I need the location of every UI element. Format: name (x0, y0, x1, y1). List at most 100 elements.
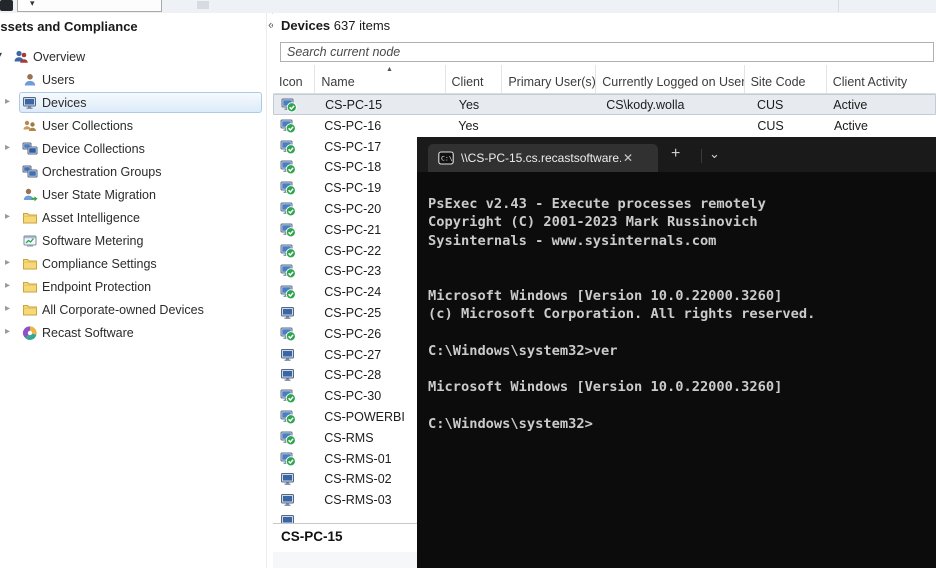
collapse-arrow-icon[interactable]: ▾ (0, 50, 2, 61)
terminal-window: C:\ \\CS-PC-15.cs.recastsoftware.c ✕ + ⌄… (417, 137, 936, 568)
toolbar-combo[interactable]: ▾ (17, 0, 162, 12)
device-icon-cell (274, 97, 316, 113)
sidebar-item-label: Devices (42, 96, 87, 110)
device-icon-cell (273, 305, 315, 321)
sidebar-item-label: Compliance Settings (42, 257, 157, 271)
device-icon-cell (273, 388, 315, 404)
device-icon-cell (273, 326, 315, 342)
sidebar-item-user-collections[interactable]: User Collections (0, 115, 272, 138)
sidebar-item-label: Orchestration Groups (42, 165, 162, 179)
device-online-icon (280, 139, 315, 155)
column-header-icon[interactable]: Icon (273, 65, 316, 93)
user-icon (22, 72, 38, 88)
sidebar-item-label: User State Migration (42, 188, 156, 202)
device-icon (280, 347, 315, 363)
table-row[interactable]: CS-PC-15 Yes CS\kody.wolla CUS Active (273, 94, 936, 115)
device-online-icon (280, 409, 315, 425)
sidebar-item-user-state-migration[interactable]: User State Migration (0, 184, 272, 207)
column-header-currently-logged-on-user[interactable]: Currently Logged on User (596, 65, 745, 93)
sidebar-item-orchestration-groups[interactable]: Orchestration Groups (0, 161, 272, 184)
sidebar-item-software-metering[interactable]: Software Metering (0, 230, 272, 253)
device-icon (280, 471, 315, 487)
device-icon-cell (273, 243, 315, 259)
chevron-down-icon: ▾ (30, 0, 35, 8)
search-input[interactable] (280, 42, 934, 62)
device-icon-cell (273, 409, 315, 425)
terminal-tab-title: \\CS-PC-15.cs.recastsoftware.c (461, 151, 621, 165)
expand-arrow-icon[interactable]: ▸ (5, 142, 10, 153)
software-metering-icon (22, 233, 38, 249)
column-header-client-activity[interactable]: Client Activity (827, 65, 936, 93)
cell-client: Yes (458, 97, 480, 112)
table-row[interactable]: CS-PC-16 Yes CUS Active (273, 115, 936, 136)
device-online-icon (280, 118, 315, 134)
device-icon (280, 305, 315, 321)
expand-arrow-icon[interactable]: ▸ (5, 280, 10, 291)
column-header-name[interactable]: Name (315, 65, 446, 93)
sidebar-item-endpoint-protection[interactable]: ▸ Endpoint Protection (0, 276, 272, 299)
device-icon-cell (273, 159, 315, 175)
folder-icon (22, 256, 38, 272)
device-collections-icon (22, 141, 38, 157)
recast-icon (22, 325, 38, 341)
folder-icon (22, 279, 38, 295)
column-header-site-code[interactable]: Site Code (745, 65, 827, 93)
cmd-icon: C:\ (438, 150, 454, 166)
user-state-migration-icon (22, 187, 38, 203)
orchestration-groups-icon (22, 164, 38, 180)
terminal-output[interactable]: PsExec v2.43 - Execute processes remotel… (417, 172, 815, 433)
sidebar-item-label: User Collections (42, 119, 134, 133)
device-online-icon (280, 430, 315, 446)
cell-client: Yes (458, 118, 479, 133)
sidebar-item-label: All Corporate-owned Devices (42, 303, 204, 317)
new-tab-icon[interactable]: + (671, 145, 680, 163)
device-icon-cell (273, 180, 315, 196)
sidebar-item-label: Overview (33, 50, 86, 64)
tabbar-divider (701, 149, 702, 163)
device-online-icon (280, 388, 315, 404)
app-icon[interactable] (0, 0, 13, 11)
cell-site-code: CUS (757, 118, 784, 133)
detail-pane-title: CS-PC-15 (281, 529, 343, 544)
cell-logged-on-user: CS\kody.wolla (606, 97, 685, 112)
device-icon-cell (273, 367, 315, 383)
sidebar-item-compliance-settings[interactable]: ▸ Compliance Settings (0, 253, 272, 276)
sidebar-item-devices[interactable]: ▸ Devices (0, 92, 272, 115)
sidebar-item-recast-software[interactable]: ▸ Recast Software (0, 322, 272, 345)
sidebar-item-overview[interactable]: ▾ Overview (0, 46, 272, 69)
column-header-primary-users[interactable]: Primary User(s) (502, 65, 597, 93)
terminal-tab[interactable]: C:\ \\CS-PC-15.cs.recastsoftware.c ✕ (428, 144, 658, 172)
column-header-client[interactable]: Client (446, 65, 503, 93)
expand-arrow-icon[interactable]: ▸ (5, 257, 10, 268)
terminal-titlebar[interactable]: C:\ \\CS-PC-15.cs.recastsoftware.c ✕ + ⌄ (417, 137, 936, 172)
expand-arrow-icon[interactable]: ▸ (5, 326, 10, 337)
sidebar-item-asset-intelligence[interactable]: ▸ Asset Intelligence (0, 207, 272, 230)
sidebar-item-label: Recast Software (42, 326, 134, 340)
device-icon-cell (273, 451, 315, 467)
sidebar-item-label: Users (42, 73, 75, 87)
sidebar-item-all-corporate-owned-devices[interactable]: ▸ All Corporate-owned Devices (0, 299, 272, 322)
sidebar-item-users[interactable]: Users (0, 69, 272, 92)
device-icon-cell (273, 430, 315, 446)
expand-arrow-icon[interactable]: ▸ (5, 303, 10, 314)
device-icon-cell (273, 263, 315, 279)
device-online-icon (280, 243, 315, 259)
cell-name: CS-PC-16 (324, 118, 382, 133)
sort-ascending-icon: ▲ (386, 66, 393, 73)
device-online-icon (280, 222, 315, 238)
items-count: 637 items (333, 18, 391, 33)
close-tab-icon[interactable]: ✕ (623, 151, 633, 165)
expand-arrow-icon[interactable]: ▸ (5, 211, 10, 222)
sidebar-item-device-collections[interactable]: ▸ Device Collections (0, 138, 272, 161)
device-icon-cell (273, 222, 315, 238)
device-icon (280, 513, 315, 523)
device-online-icon (280, 180, 315, 196)
folder-icon (22, 210, 38, 226)
tab-dropdown-icon[interactable]: ⌄ (709, 146, 720, 162)
workspace-title: Assets and Compliance (0, 19, 138, 34)
device-icon-cell (273, 513, 315, 523)
cell-name: CS-PC-15 (325, 97, 383, 112)
expand-arrow-icon[interactable]: ▸ (5, 96, 10, 107)
cell-site-code: CUS (756, 97, 784, 112)
toolbar-divider (838, 0, 839, 12)
